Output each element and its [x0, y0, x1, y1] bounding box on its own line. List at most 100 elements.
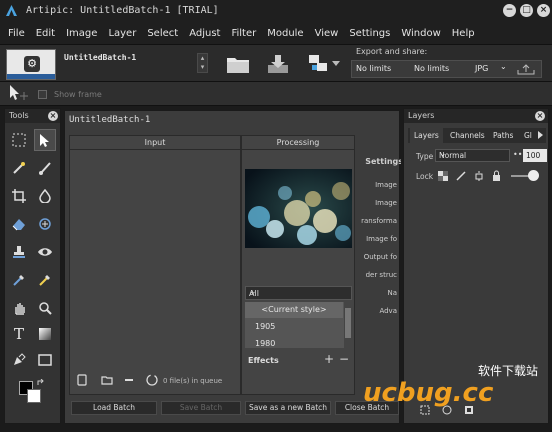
opacity-input[interactable]: 100	[523, 149, 547, 162]
settings-item[interactable]: Adva	[379, 307, 397, 315]
opacity-slider-handle[interactable]	[528, 170, 539, 181]
background-color-swatch[interactable]	[27, 389, 41, 403]
lock-pixels-icon[interactable]	[456, 171, 466, 181]
menu-filter[interactable]: Filter	[231, 28, 256, 39]
save-batch-button[interactable]: Save Batch	[161, 401, 241, 415]
menu-settings[interactable]: Settings	[349, 28, 390, 39]
batch-spinner[interactable]: ▴ ▾	[197, 53, 208, 73]
maximize-button[interactable]: □	[520, 4, 533, 17]
chevron-down-icon: ⌄	[439, 149, 447, 159]
lock-icon[interactable]	[492, 170, 501, 181]
settings-item[interactable]: Output fo	[364, 253, 397, 261]
export-icon[interactable]	[306, 53, 330, 75]
style-list-item[interactable]: 1980	[245, 336, 343, 348]
remove-effect-icon[interactable]: −	[339, 352, 349, 366]
minimize-button[interactable]: −	[503, 4, 516, 17]
refresh-icon[interactable]	[145, 373, 159, 387]
settings-item[interactable]: Image	[375, 199, 397, 207]
export-settings-row[interactable]: No limits No limits JPG ⌄	[351, 60, 542, 78]
tools-panel-header: Tools ×	[5, 109, 60, 123]
menu-module[interactable]: Module	[267, 28, 303, 39]
hand-tool[interactable]	[8, 297, 30, 319]
settings-item[interactable]: der struc	[366, 271, 397, 279]
gradient-icon	[39, 328, 51, 340]
pointer-tool[interactable]	[34, 129, 56, 151]
watermark-cn-text: 软件下载站	[478, 364, 539, 378]
style-filter-select[interactable]: All ⌄	[245, 286, 352, 300]
gradient-tool[interactable]	[34, 323, 56, 345]
style-list-item[interactable]: 1905	[245, 319, 343, 335]
show-frame-label: Show frame	[54, 90, 102, 99]
magic-wand-tool[interactable]	[8, 157, 30, 179]
add-effect-icon[interactable]: +	[324, 352, 334, 366]
stamp-icon	[13, 246, 25, 258]
close-layers-panel-icon[interactable]: ×	[535, 111, 545, 121]
rect-select-tool[interactable]	[8, 129, 30, 151]
settings-item[interactable]: ransforma	[361, 217, 397, 225]
menu-help[interactable]: Help	[452, 28, 475, 39]
menu-select[interactable]: Select	[147, 28, 178, 39]
tab-layers[interactable]: Layers	[410, 128, 443, 143]
export-width[interactable]: No limits	[356, 64, 391, 73]
lock-transparency-icon[interactable]	[438, 171, 448, 181]
zoom-tool[interactable]	[34, 297, 56, 319]
scrollbar-thumb[interactable]	[345, 308, 351, 338]
menu-layer[interactable]: Layer	[108, 28, 136, 39]
tab-paths[interactable]: Paths	[493, 128, 513, 143]
upload-icon[interactable]	[517, 64, 535, 75]
settings-item[interactable]: Image	[375, 181, 397, 189]
menu-edit[interactable]: Edit	[36, 28, 55, 39]
red-eye-tool[interactable]	[34, 241, 56, 263]
chevron-down-icon[interactable]: ⌄	[500, 62, 507, 71]
color-picker-tool[interactable]	[34, 269, 56, 291]
save-new-batch-button[interactable]: Save as a new Batch	[245, 401, 331, 415]
drop-icon	[39, 189, 51, 203]
shape-tool[interactable]	[34, 349, 56, 371]
remove-icon[interactable]	[125, 379, 133, 381]
swap-colors-icon[interactable]	[37, 379, 45, 387]
chevron-down-icon: ⌄	[249, 287, 257, 297]
pen-tool[interactable]	[8, 349, 30, 371]
move-tool-icon[interactable]	[8, 84, 30, 104]
settings-item[interactable]: Na	[387, 289, 397, 297]
style-list-scrollbar[interactable]	[344, 302, 352, 348]
export-format[interactable]: JPG	[475, 64, 488, 73]
pen-icon	[14, 353, 26, 365]
brush-icon	[39, 162, 51, 175]
menu-file[interactable]: File	[8, 28, 25, 39]
menu-window[interactable]: Window	[401, 28, 440, 39]
options-bar: Show frame	[0, 82, 552, 106]
chevron-down-icon[interactable]	[332, 61, 340, 67]
load-batch-button[interactable]: Load Batch	[71, 401, 157, 415]
blend-mode-select[interactable]: Normal ⌄	[435, 149, 510, 162]
lock-position-icon[interactable]	[474, 171, 484, 181]
folder-icon[interactable]	[101, 375, 113, 385]
menu-view[interactable]: View	[315, 28, 339, 39]
show-frame-checkbox[interactable]	[38, 90, 47, 99]
eraser-tool[interactable]	[8, 213, 30, 235]
healing-tool[interactable]	[34, 213, 56, 235]
settings-item[interactable]: Image fo	[366, 235, 397, 243]
stamp-tool[interactable]	[8, 241, 30, 263]
close-window-button[interactable]: ×	[537, 4, 550, 17]
batch-thumbnail[interactable]: ⚙	[6, 49, 56, 80]
export-height[interactable]: No limits	[414, 64, 449, 73]
save-tray-icon[interactable]	[266, 53, 290, 75]
folder-open-icon[interactable]	[226, 53, 250, 75]
tab-channels[interactable]: Channels	[450, 128, 485, 143]
brush-tool[interactable]	[34, 157, 56, 179]
tabs-scroll-right-icon[interactable]	[538, 131, 543, 139]
menu-image[interactable]: Image	[66, 28, 97, 39]
window-title: Artipic: UntitledBatch-1 [TRIAL]	[26, 5, 219, 16]
eyedropper-tool[interactable]	[8, 269, 30, 291]
hand-icon	[15, 303, 25, 315]
crop-tool[interactable]	[8, 185, 30, 207]
blur-tool[interactable]	[34, 185, 56, 207]
file-icon[interactable]	[77, 374, 87, 386]
tab-glyphs[interactable]: Gl	[524, 128, 532, 143]
text-tool[interactable]: T	[8, 323, 30, 345]
rectangle-icon	[38, 354, 52, 366]
menu-adjust[interactable]: Adjust	[189, 28, 220, 39]
style-list-item[interactable]: <Current style>	[245, 302, 343, 318]
close-tools-panel-icon[interactable]: ×	[48, 111, 58, 121]
